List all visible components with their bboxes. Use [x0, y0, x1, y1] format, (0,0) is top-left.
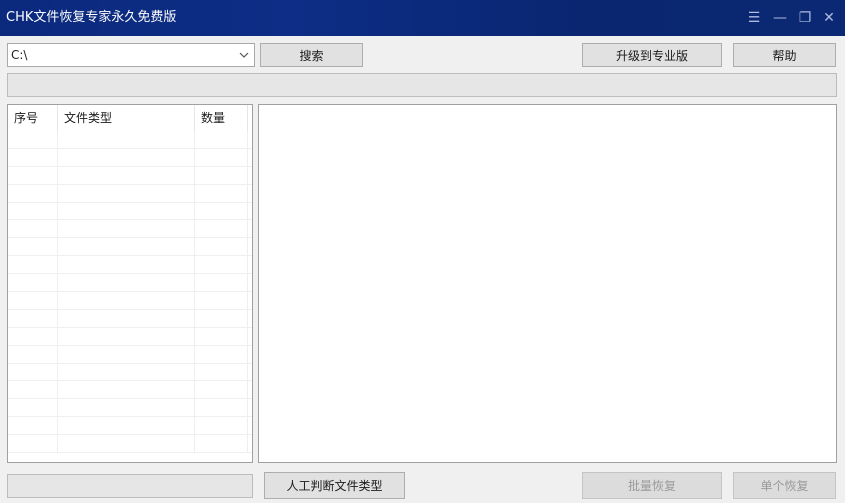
- chevron-down-icon[interactable]: [236, 46, 252, 64]
- table-row[interactable]: [8, 166, 252, 185]
- table-cell: [195, 274, 248, 292]
- table-cell: [58, 184, 195, 202]
- column-header-count[interactable]: 数量: [195, 105, 248, 131]
- table-cell: [195, 345, 248, 363]
- table-cell: [195, 166, 248, 184]
- table-cell: [195, 238, 248, 256]
- column-header-index[interactable]: 序号: [8, 105, 58, 131]
- table-cell: [8, 435, 58, 453]
- table-cell: [195, 327, 248, 345]
- table-cell: [8, 148, 58, 166]
- table-cell: [8, 309, 58, 327]
- table-cell: [195, 309, 248, 327]
- table-cell: [58, 363, 195, 381]
- table-cell: [58, 381, 195, 399]
- title-bar: CHK文件恢复专家永久免费版 ☰ — ❐ ✕: [0, 0, 845, 36]
- table-cell: [58, 166, 195, 184]
- manual-identify-button[interactable]: 人工判断文件类型: [264, 472, 405, 499]
- table-cell: [8, 274, 58, 292]
- table-cell: [8, 292, 58, 309]
- table-cell: [58, 399, 195, 417]
- table-cell: [195, 363, 248, 381]
- table-row[interactable]: [8, 220, 252, 239]
- table-row[interactable]: [8, 327, 252, 346]
- search-button[interactable]: 搜索: [260, 43, 363, 67]
- table-cell: [58, 435, 195, 453]
- table-cell: [58, 417, 195, 435]
- table-row[interactable]: [8, 309, 252, 328]
- table-row[interactable]: [8, 148, 252, 167]
- close-icon[interactable]: ✕: [819, 8, 839, 28]
- table-cell: [58, 148, 195, 166]
- list-rows: [8, 131, 252, 454]
- table-cell: [8, 327, 58, 345]
- table-cell: [58, 131, 195, 148]
- table-cell: [195, 220, 248, 238]
- table-cell: [8, 184, 58, 202]
- table-row[interactable]: [8, 435, 252, 454]
- table-row[interactable]: [8, 274, 252, 293]
- status-field: [7, 474, 253, 498]
- table-row[interactable]: [8, 345, 252, 364]
- minimize-icon[interactable]: —: [770, 8, 790, 28]
- column-header-file-type[interactable]: 文件类型: [58, 105, 195, 131]
- table-cell: [195, 184, 248, 202]
- table-cell: [195, 381, 248, 399]
- single-recover-button[interactable]: 单个恢复: [733, 472, 836, 499]
- table-cell: [8, 220, 58, 238]
- table-cell: [8, 256, 58, 274]
- table-cell: [8, 238, 58, 256]
- table-cell: [8, 166, 58, 184]
- batch-recover-button[interactable]: 批量恢复: [582, 472, 722, 499]
- table-cell: [195, 399, 248, 417]
- table-cell: [195, 148, 248, 166]
- table-row[interactable]: [8, 184, 252, 203]
- detail-panel[interactable]: [258, 104, 837, 463]
- menu-icon[interactable]: ☰: [744, 8, 764, 28]
- table-row[interactable]: [8, 363, 252, 382]
- table-cell: [8, 345, 58, 363]
- table-row[interactable]: [8, 417, 252, 436]
- table-cell: [195, 435, 248, 453]
- drive-select[interactable]: C:\: [7, 43, 255, 67]
- table-cell: [58, 292, 195, 309]
- upgrade-button[interactable]: 升级到专业版: [582, 43, 722, 67]
- table-row[interactable]: [8, 256, 252, 275]
- table-cell: [58, 220, 195, 238]
- table-cell: [195, 131, 248, 148]
- table-row[interactable]: [8, 292, 252, 310]
- table-cell: [8, 381, 58, 399]
- table-cell: [58, 345, 195, 363]
- table-cell: [58, 327, 195, 345]
- table-cell: [8, 202, 58, 220]
- table-cell: [195, 256, 248, 274]
- table-row[interactable]: [8, 381, 252, 400]
- table-cell: [58, 202, 195, 220]
- table-cell: [8, 131, 58, 148]
- drive-select-value: C:\: [11, 48, 28, 62]
- window-title: CHK文件恢复专家永久免费版: [6, 10, 177, 25]
- help-button[interactable]: 帮助: [733, 43, 836, 67]
- table-cell: [8, 399, 58, 417]
- table-cell: [58, 238, 195, 256]
- table-cell: [58, 256, 195, 274]
- table-cell: [58, 274, 195, 292]
- file-type-list[interactable]: 序号 文件类型 数量: [7, 104, 253, 463]
- table-row[interactable]: [8, 238, 252, 257]
- table-cell: [195, 202, 248, 220]
- table-cell: [58, 309, 195, 327]
- table-cell: [195, 292, 248, 309]
- list-header: 序号 文件类型 数量: [8, 105, 252, 131]
- progress-bar: [7, 73, 837, 97]
- restore-icon[interactable]: ❐: [795, 8, 815, 28]
- table-row[interactable]: [8, 202, 252, 221]
- table-row[interactable]: [8, 399, 252, 418]
- table-cell: [8, 363, 58, 381]
- table-cell: [195, 417, 248, 435]
- table-row[interactable]: [8, 131, 252, 149]
- table-cell: [8, 417, 58, 435]
